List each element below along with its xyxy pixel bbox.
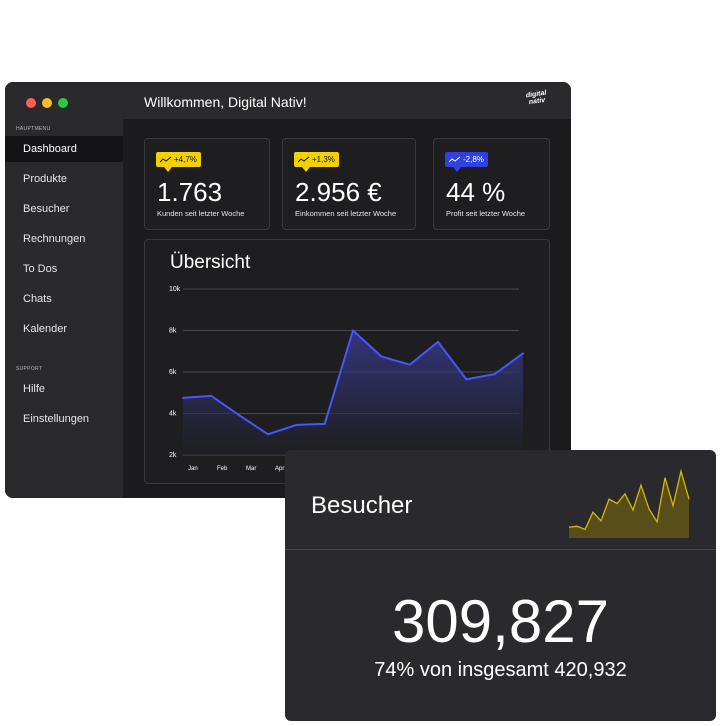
- data-point: [380, 355, 383, 358]
- visitor-sparkline: [569, 468, 690, 538]
- trend-up-icon: [298, 156, 310, 163]
- stat-value: 1.763: [157, 177, 223, 207]
- data-point: [267, 433, 269, 436]
- main-menu-label: HAUPTMENU: [16, 126, 51, 132]
- stat-card-einkommen: +1,3% 2.956 € Einkommen seit letzter Woc…: [282, 138, 416, 230]
- overview-chart: 2k 4k 6k 8k 10k Jan Feb Mar Apr: [169, 286, 524, 472]
- stat-label: Einkommen seit letzter Woche: [295, 209, 397, 218]
- y-tick-label: 8k: [169, 328, 177, 335]
- sidebar-item-einstellungen[interactable]: Einstellungen: [5, 406, 123, 432]
- minimize-window-button[interactable]: [42, 98, 52, 108]
- brand-logo: digital nativ: [525, 89, 547, 107]
- stat-value: 44 %: [446, 177, 506, 207]
- y-tick-label: 2k: [169, 452, 177, 459]
- data-point: [182, 396, 184, 399]
- overview-panel: Übersicht 2k 4k 6k 8k 10k Jan Feb Mar Apr: [144, 239, 550, 484]
- divider: [285, 549, 716, 550]
- data-point: [408, 363, 411, 366]
- sidebar-item-chats[interactable]: Chats: [5, 286, 123, 312]
- sidebar-item-produkte[interactable]: Produkte: [5, 166, 123, 192]
- stat-card-kunden: +4,7% 1.763 Kunden seit letzter Woche: [144, 138, 270, 230]
- x-tick-label: Jan: [188, 466, 198, 472]
- sidebar-item-hilfe[interactable]: Hilfe: [5, 376, 123, 402]
- sidebar: HAUPTMENU Dashboard Produkte Besucher Re…: [5, 82, 123, 498]
- sidebar-item-besucher[interactable]: Besucher: [5, 196, 123, 222]
- data-point: [465, 378, 468, 381]
- trend-icon: [449, 156, 461, 163]
- badge-text: -2,8%: [463, 155, 484, 164]
- sidebar-item-dashboard[interactable]: Dashboard: [5, 136, 123, 162]
- visitor-title: Besucher: [311, 492, 413, 519]
- sidebar-item-rechnungen[interactable]: Rechnungen: [5, 226, 123, 252]
- sidebar-item-kalender[interactable]: Kalender: [5, 316, 123, 342]
- badge-text: +4,7%: [174, 155, 197, 164]
- data-point: [238, 414, 241, 417]
- trend-up-icon: [160, 156, 172, 163]
- x-tick-label: Mar: [246, 466, 256, 472]
- data-point: [295, 423, 298, 426]
- data-point: [493, 373, 496, 376]
- visitor-card: Besucher 309,827 74% von insgesamt 420,9…: [285, 450, 716, 721]
- stat-label: Kunden seit letzter Woche: [157, 209, 245, 218]
- data-point: [437, 340, 439, 343]
- visitor-share: 74% von insgesamt 420,932: [374, 659, 627, 681]
- y-tick-label: 4k: [169, 411, 177, 418]
- data-point: [210, 394, 213, 397]
- data-point: [352, 329, 354, 332]
- stat-value: 2.956 €: [295, 177, 382, 207]
- trend-badge: -2,8%: [445, 152, 488, 172]
- welcome-title: Willkommen, Digital Nativ!: [144, 94, 307, 110]
- y-tick-label: 10k: [169, 286, 181, 293]
- series-area: [183, 330, 523, 455]
- stat-card-profit: -2,8% 44 % Profit seit letzter Woche: [433, 138, 550, 230]
- trend-badge: +4,7%: [156, 152, 201, 172]
- data-point: [522, 352, 524, 355]
- data-point: [323, 422, 326, 425]
- x-tick-label: Feb: [217, 466, 228, 472]
- stat-label: Profit seit letzter Woche: [446, 209, 526, 218]
- sidebar-item-todos[interactable]: To Dos: [5, 256, 123, 282]
- x-tick-label: Apr: [275, 466, 284, 472]
- sparkline-area: [569, 471, 689, 538]
- close-window-button[interactable]: [26, 98, 36, 108]
- support-label: SUPPORT: [16, 366, 43, 372]
- visitor-count: 309,827: [392, 588, 609, 655]
- y-tick-label: 6k: [169, 369, 177, 376]
- top-bar: Willkommen, Digital Nativ! digital nativ: [123, 82, 571, 119]
- dashboard-window: HAUPTMENU Dashboard Produkte Besucher Re…: [5, 82, 571, 498]
- window-controls: [26, 98, 68, 108]
- maximize-window-button[interactable]: [58, 98, 68, 108]
- badge-text: +1,3%: [312, 155, 335, 164]
- trend-badge: +1,3%: [294, 152, 339, 172]
